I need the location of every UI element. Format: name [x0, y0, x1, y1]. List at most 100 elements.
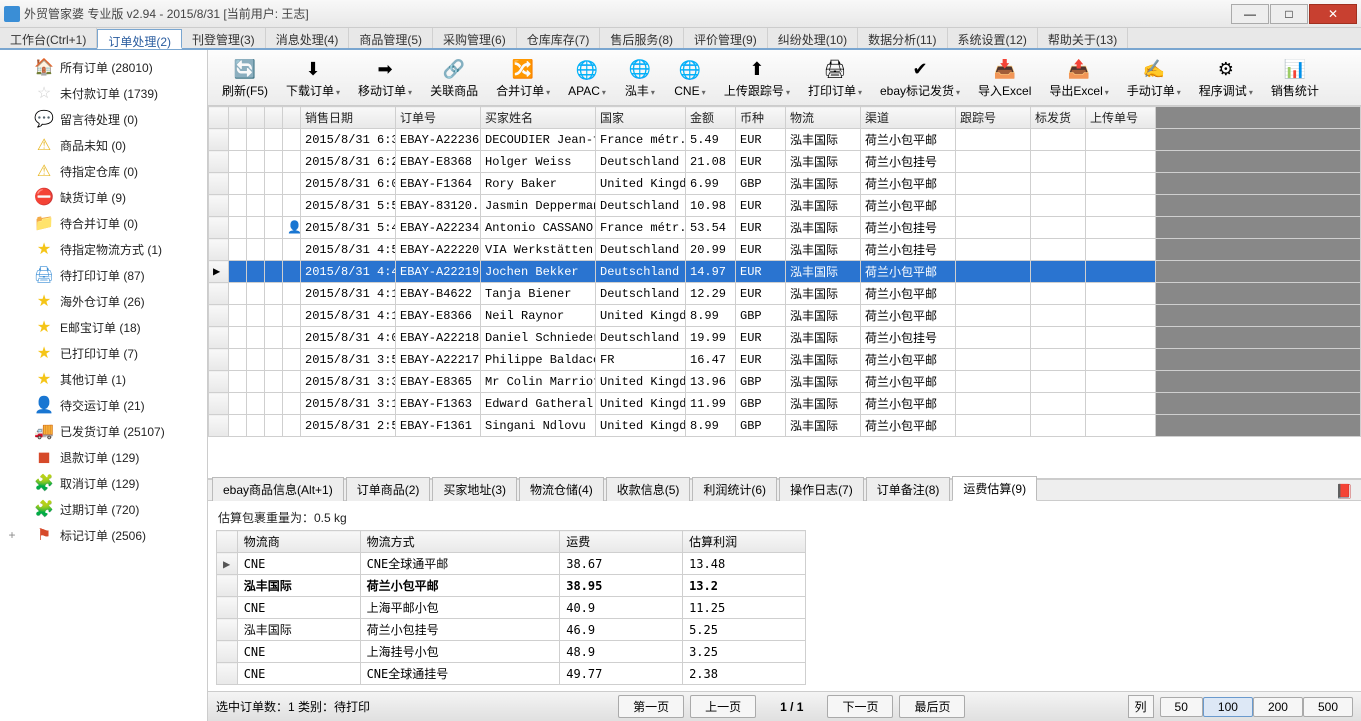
order-grid-container[interactable]: 销售日期订单号买家姓名国家金额币种物流渠道跟踪号标发货上传单号2015/8/31… — [208, 106, 1361, 479]
detail-column-header[interactable]: 运费 — [560, 531, 683, 553]
shipping-option-row[interactable]: CNE上海平邮小包40.911.25 — [217, 597, 806, 619]
pagesize-button[interactable]: 200 — [1253, 697, 1303, 717]
grid-column-header[interactable]: 跟踪号 — [956, 107, 1031, 129]
sidebar-item[interactable]: 🖨待打印订单 (87) — [0, 262, 207, 288]
sidebar-item[interactable]: ★已打印订单 (7) — [0, 340, 207, 366]
detail-column-header[interactable]: 估算利润 — [683, 531, 806, 553]
detail-tab[interactable]: 利润统计(6) — [692, 477, 777, 501]
status-col-header[interactable] — [229, 107, 247, 129]
toolbar-button[interactable]: 🖨打印订单▾ — [800, 54, 870, 101]
toolbar-button[interactable]: ⬆上传跟踪号▾ — [716, 54, 798, 101]
shipping-estimate-grid[interactable]: 物流商物流方式运费估算利润▶CNECNE全球通平邮38.6713.48泓丰国际荷… — [216, 530, 806, 685]
sidebar-item[interactable]: 🧩取消订单 (129) — [0, 470, 207, 496]
main-tab[interactable]: 采购管理(6) — [433, 28, 517, 48]
sidebar-item[interactable]: ★待指定物流方式 (1) — [0, 236, 207, 262]
grid-column-header[interactable]: 销售日期 — [301, 107, 396, 129]
order-row[interactable]: 2015/8/31 4:16EBAY-B4622Tanja BienerDeut… — [209, 283, 1361, 305]
order-row[interactable]: 2015/8/31 3:18EBAY-F1363Edward GatheralU… — [209, 393, 1361, 415]
order-row[interactable]: 2015/8/31 6:37EBAY-A22236DECOUDIER Jean-… — [209, 129, 1361, 151]
toolbar-button[interactable]: 📥导入Excel — [970, 54, 1039, 101]
toolbar-button[interactable]: 📤导出Excel▾ — [1041, 54, 1116, 101]
order-row[interactable]: 2015/8/31 3:53EBAY-A22217Philippe Baldac… — [209, 349, 1361, 371]
toolbar-button[interactable]: 🔀合并订单▾ — [488, 54, 558, 101]
grid-column-header[interactable]: 买家姓名 — [481, 107, 596, 129]
detail-tab[interactable]: 订单商品(2) — [346, 477, 431, 501]
shipping-option-row[interactable]: ▶CNECNE全球通平邮38.6713.48 — [217, 553, 806, 575]
sidebar-item[interactable]: 💬留言待处理 (0) — [0, 106, 207, 132]
detail-column-header[interactable]: 物流方式 — [360, 531, 560, 553]
grid-column-header[interactable]: 标发货 — [1031, 107, 1086, 129]
detail-tab[interactable]: 运费估算(9) — [952, 476, 1037, 501]
main-tab[interactable]: 工作台(Ctrl+1) — [0, 28, 97, 48]
sidebar-item[interactable]: 🧩过期订单 (720) — [0, 496, 207, 522]
shipping-option-row[interactable]: CNECNE全球通挂号49.772.38 — [217, 663, 806, 685]
sidebar-item[interactable]: ◼退款订单 (129) — [0, 444, 207, 470]
last-page-button[interactable]: 最后页 — [899, 695, 965, 718]
main-tab[interactable]: 订单处理(2) — [97, 29, 182, 49]
main-tab[interactable]: 纠纷处理(10) — [768, 28, 858, 48]
pagesize-button[interactable]: 500 — [1303, 697, 1353, 717]
detail-tab[interactable]: 订单备注(8) — [866, 477, 951, 501]
next-page-button[interactable]: 下一页 — [827, 695, 893, 718]
order-row[interactable]: 2015/8/31 4:53EBAY-A22220VIA Werkstätten… — [209, 239, 1361, 261]
order-grid[interactable]: 销售日期订单号买家姓名国家金额币种物流渠道跟踪号标发货上传单号2015/8/31… — [208, 106, 1361, 437]
toolbar-button[interactable]: ⚙程序调试▾ — [1191, 54, 1261, 101]
toolbar-button[interactable]: ⬇下载订单▾ — [278, 54, 348, 101]
order-row[interactable]: 2015/8/31 6:28EBAY-E8368Holger WeissDeut… — [209, 151, 1361, 173]
pagesize-button[interactable]: 50 — [1160, 697, 1203, 717]
main-tab[interactable]: 刊登管理(3) — [182, 28, 266, 48]
order-row[interactable]: ▶2015/8/31 4:46EBAY-A22219Jochen BekkerD… — [209, 261, 1361, 283]
pagesize-button[interactable]: 100 — [1203, 697, 1253, 717]
main-tab[interactable]: 仓库库存(7) — [517, 28, 601, 48]
sidebar-item[interactable]: 👤待交运订单 (21) — [0, 392, 207, 418]
main-tab[interactable]: 售后服务(8) — [600, 28, 684, 48]
main-tab[interactable]: 帮助关于(13) — [1038, 28, 1128, 48]
sidebar-item[interactable]: ⚠商品未知 (0) — [0, 132, 207, 158]
shipping-option-row[interactable]: 泓丰国际荷兰小包挂号46.95.25 — [217, 619, 806, 641]
detail-tab[interactable]: 物流仓储(4) — [519, 477, 604, 501]
first-page-button[interactable]: 第一页 — [618, 695, 684, 718]
toolbar-button[interactable]: 🌐CNE▾ — [666, 56, 714, 100]
main-tab[interactable]: 评价管理(9) — [684, 28, 768, 48]
sidebar-item[interactable]: 🏠所有订单 (28010) — [0, 54, 207, 80]
toolbar-button[interactable]: 🌐泓丰▾ — [616, 54, 664, 101]
toolbar-button[interactable]: ✔ebay标记发货▾ — [872, 54, 968, 101]
order-row[interactable]: 👤2015/8/31 5:47EBAY-A22234Antonio CASSAN… — [209, 217, 1361, 239]
sidebar-item[interactable]: 📁待合并订单 (0) — [0, 210, 207, 236]
detail-column-header[interactable]: 物流商 — [237, 531, 360, 553]
order-row[interactable]: 2015/8/31 6:08EBAY-F1364Rory BakerUnited… — [209, 173, 1361, 195]
toolbar-button[interactable]: 📊销售统计 — [1263, 54, 1327, 101]
sidebar-item[interactable]: ☆未付款订单 (1739) — [0, 80, 207, 106]
status-col-header[interactable] — [247, 107, 265, 129]
toolbar-button[interactable]: 🌐APAC▾ — [560, 56, 614, 100]
order-category-sidebar[interactable]: 🏠所有订单 (28010)☆未付款订单 (1739)💬留言待处理 (0)⚠商品未… — [0, 50, 208, 721]
prev-page-button[interactable]: 上一页 — [690, 695, 756, 718]
main-tab[interactable]: 商品管理(5) — [349, 28, 433, 48]
grid-column-header[interactable]: 金额 — [686, 107, 736, 129]
maximize-button[interactable]: □ — [1270, 4, 1308, 24]
grid-column-header[interactable]: 渠道 — [861, 107, 956, 129]
toolbar-button[interactable]: ✍手动订单▾ — [1119, 54, 1189, 101]
order-row[interactable]: 2015/8/31 4:00EBAY-A22218Daniel Schniede… — [209, 327, 1361, 349]
toolbar-button[interactable]: 🔄刷新(F5) — [214, 54, 276, 101]
detail-tab[interactable]: ebay商品信息(Alt+1) — [212, 477, 344, 501]
expand-icon[interactable]: + — [6, 528, 18, 542]
close-button[interactable]: ✕ — [1309, 4, 1357, 24]
shipping-option-row[interactable]: CNE上海挂号小包48.93.25 — [217, 641, 806, 663]
detail-tab[interactable]: 买家地址(3) — [432, 477, 517, 501]
grid-column-header[interactable]: 物流 — [786, 107, 861, 129]
sidebar-item[interactable]: ⚠待指定仓库 (0) — [0, 158, 207, 184]
main-tab[interactable]: 系统设置(12) — [948, 28, 1038, 48]
detail-tab[interactable]: 操作日志(7) — [779, 477, 864, 501]
order-row[interactable]: 2015/8/31 3:30EBAY-E8365Mr Colin Marriot… — [209, 371, 1361, 393]
sidebar-item[interactable]: ★其他订单 (1) — [0, 366, 207, 392]
order-row[interactable]: 2015/8/31 4:11EBAY-E8366Neil RaynorUnite… — [209, 305, 1361, 327]
toolbar-button[interactable]: 🔗关联商品 — [422, 54, 486, 101]
shipping-option-row[interactable]: 泓丰国际荷兰小包平邮38.9513.2 — [217, 575, 806, 597]
order-row[interactable]: 2015/8/31 5:59EBAY-83120..Jasmin Depperm… — [209, 195, 1361, 217]
status-col-header[interactable] — [283, 107, 301, 129]
toolbar-button[interactable]: ➡移动订单▾ — [350, 54, 420, 101]
sidebar-item[interactable]: +⚑标记订单 (2506) — [0, 522, 207, 548]
sidebar-item[interactable]: ★E邮宝订单 (18) — [0, 314, 207, 340]
detail-tab[interactable]: 收款信息(5) — [606, 477, 691, 501]
